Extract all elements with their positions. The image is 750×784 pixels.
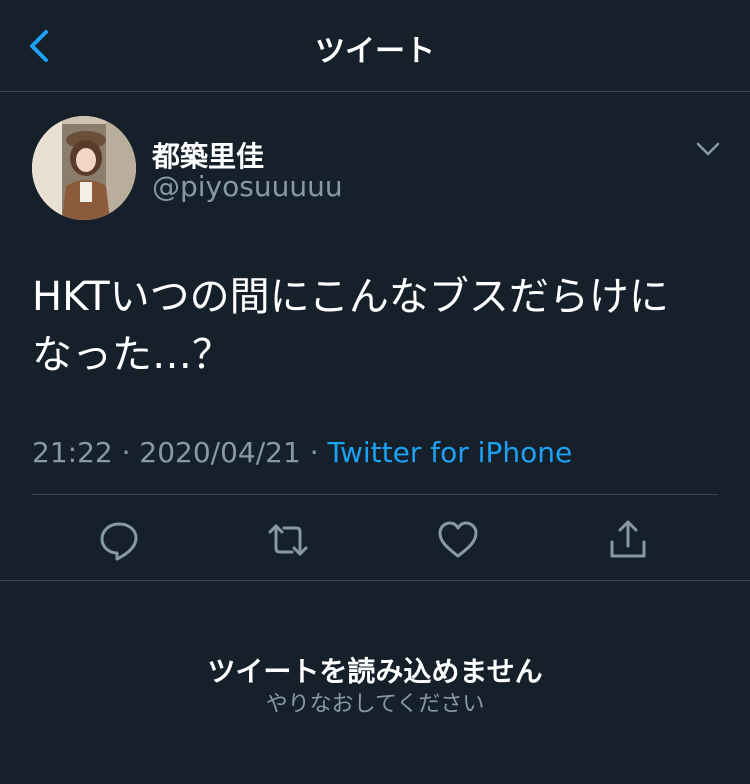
share-button[interactable]: [606, 518, 650, 562]
retweet-button[interactable]: [266, 518, 310, 562]
page-title: ツイート: [315, 34, 435, 69]
error-title: ツイートを読み込めません: [207, 655, 543, 688]
tweet-source-link[interactable]: Twitter for iPhone: [328, 436, 573, 469]
more-options-button[interactable]: [690, 134, 726, 164]
author-display-name[interactable]: 都築里佳: [152, 135, 264, 175]
meta-separator: ·: [121, 436, 131, 469]
tweet-text: HKTいつの間にこんなブスだらけに なった…？: [32, 274, 669, 378]
avatar-image: [32, 116, 136, 220]
retry-hint[interactable]: やりなおしてください: [0, 686, 750, 718]
author-handle[interactable]: @piyosuuuuu: [152, 170, 343, 203]
share-icon: [610, 520, 646, 558]
divider: [32, 494, 718, 495]
avatar[interactable]: [32, 116, 136, 220]
tweet-time: 21:22: [32, 436, 113, 469]
reply-icon: [100, 522, 138, 561]
tweet-date: 2020/04/21: [139, 436, 301, 469]
divider: [0, 580, 750, 581]
like-icon: [438, 521, 478, 558]
meta-separator: ·: [309, 436, 319, 469]
chevron-down-icon: [696, 142, 720, 156]
retweet-icon: [268, 524, 308, 556]
tweet-meta: 21:22 · 2020/04/21 · Twitter for iPhone: [32, 436, 572, 469]
reply-button[interactable]: [97, 518, 141, 562]
like-button[interactable]: [436, 518, 480, 562]
navigation-header: ツイート: [0, 0, 750, 92]
